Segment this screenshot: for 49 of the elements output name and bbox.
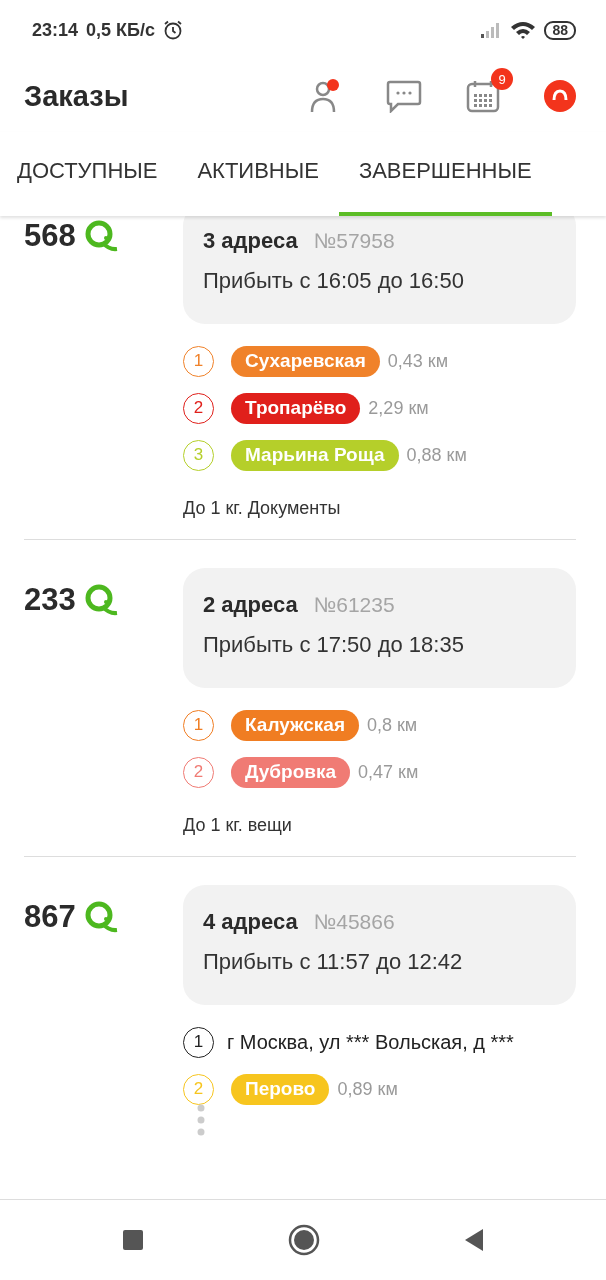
wifi-icon: [510, 20, 537, 40]
clock-time: 23:14: [32, 19, 79, 41]
q-logo-icon: [83, 220, 118, 252]
order-summary-card[interactable]: 3 адреса №57958 Прибыть с 16:05 до 16:50: [183, 216, 576, 324]
address-count: 2 адреса: [203, 592, 298, 618]
metro-station-tag: Сухаревская: [231, 345, 380, 377]
distance-label: 2,29 км: [368, 397, 429, 419]
address-count: 4 адреса: [203, 909, 298, 935]
recents-button[interactable]: [122, 1229, 144, 1251]
calendar-button[interactable]: [466, 79, 500, 113]
screen-title: Заказы: [24, 79, 130, 113]
order-summary-card[interactable]: 4 адреса №45866 Прибыть с 11:57 до 12:42: [183, 885, 576, 1005]
chat-button[interactable]: [386, 79, 422, 113]
distance-label: 0,47 км: [358, 761, 419, 783]
q-logo-icon: [83, 584, 118, 616]
home-button[interactable]: [288, 1224, 320, 1256]
arrival-window: Прибыть с 17:50 до 18:35: [203, 632, 556, 658]
q-logo-icon: [83, 901, 118, 933]
cargo-note: До 1 кг. вещи: [182, 814, 293, 836]
order-summary-card[interactable]: 2 адреса №61235 Прибыть с 17:50 до 18:35: [183, 568, 576, 688]
alarm-icon: [163, 20, 183, 40]
notification-badge: 9: [491, 68, 513, 90]
metro-station-tag: Перово: [231, 1073, 330, 1105]
logo-icon: [544, 80, 576, 112]
cargo-note: До 1 кг. Документы: [182, 497, 342, 519]
network-speed: 0,5 КБ/с: [86, 19, 155, 41]
battery-indicator: 88: [544, 20, 576, 40]
back-button[interactable]: [464, 1228, 484, 1252]
order-number: №57958: [313, 229, 395, 253]
address-text: г Москва, ул *** Вольская, д ***: [227, 1030, 514, 1054]
metro-station-tag: Калужская: [231, 709, 359, 741]
distance-label: 0,43 км: [387, 350, 449, 372]
arrival-window: Прибыть с 11:57 до 12:42: [203, 949, 556, 975]
address-count: 3 адреса: [203, 228, 298, 254]
metro-station-tag: Марьина Роща: [231, 439, 399, 471]
order-price: 233: [24, 584, 76, 616]
order-number: №61235: [313, 593, 395, 617]
distance-label: 0,8 км: [366, 714, 418, 736]
tab[interactable]: ДОСТУПНЫЕ: [0, 132, 178, 216]
profile-button[interactable]: [310, 78, 342, 114]
order-price: 568: [24, 220, 76, 252]
metro-station-tag: Дубровка: [231, 756, 351, 788]
distance-label: 0,88 км: [406, 444, 467, 466]
order-number: №45866: [313, 910, 395, 934]
order-price: 867: [24, 901, 76, 933]
tab[interactable]: АКТИВНЫЕ: [177, 132, 339, 216]
metro-station-tag: Тропарёво: [231, 392, 361, 424]
distance-label: 0,89 км: [337, 1078, 398, 1100]
arrival-window: Прибыть с 16:05 до 16:50: [203, 268, 556, 294]
